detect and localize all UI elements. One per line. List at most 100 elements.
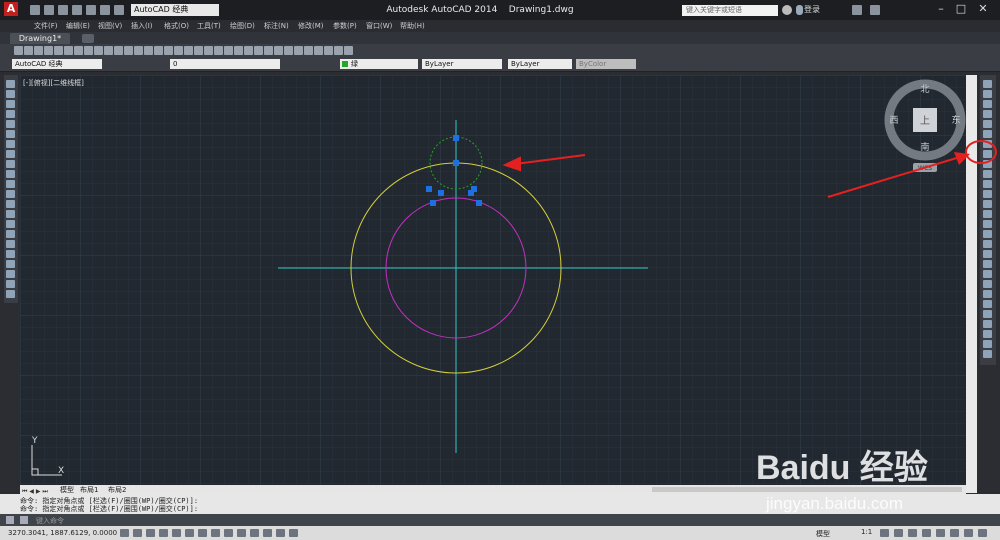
draw-tool-icon[interactable] — [6, 190, 15, 198]
toolbar-tool-icon[interactable] — [104, 46, 113, 55]
modify-tool-icon[interactable] — [983, 220, 992, 228]
viewport-label[interactable]: [-][俯视][二维线框] — [23, 78, 84, 88]
modify-tool-icon[interactable] — [983, 320, 992, 328]
status-tool-icon[interactable] — [880, 529, 889, 537]
layer-combo[interactable]: 0 — [170, 59, 280, 69]
toolbar-tool-icon[interactable] — [44, 46, 53, 55]
new-tab-button[interactable] — [82, 34, 94, 43]
modify-tool-icon[interactable] — [983, 300, 992, 308]
draw-tool-icon[interactable] — [6, 130, 15, 138]
print-icon[interactable] — [86, 5, 96, 15]
toolbar-tool-icon[interactable] — [54, 46, 63, 55]
status-tool-icon[interactable] — [922, 529, 931, 537]
toolbar-tool-icon[interactable] — [74, 46, 83, 55]
save-as-icon[interactable] — [72, 5, 82, 15]
modify-tool-icon[interactable] — [983, 100, 992, 108]
tab-drawing1[interactable]: Drawing1* — [10, 33, 70, 44]
menu-window[interactable]: 窗口(W) — [366, 21, 392, 31]
modify-tool-icon[interactable] — [983, 290, 992, 298]
toolbar-tool-icon[interactable] — [274, 46, 283, 55]
workspace-select[interactable]: AutoCAD 经典 — [131, 4, 219, 16]
modify-tool-icon[interactable] — [983, 340, 992, 348]
search-input[interactable]: 键入关键字或短语 — [682, 5, 778, 16]
color-combo[interactable]: 绿 — [340, 59, 418, 69]
undo-icon[interactable] — [100, 5, 110, 15]
draw-tool-icon[interactable] — [6, 140, 15, 148]
draw-tool-icon[interactable] — [6, 100, 15, 108]
toolbar-tool-icon[interactable] — [174, 46, 183, 55]
drafting-setting-icon[interactable] — [198, 529, 207, 537]
toolbar-tool-icon[interactable] — [234, 46, 243, 55]
draw-tool-icon[interactable] — [6, 180, 15, 188]
status-tool-icon[interactable] — [936, 529, 945, 537]
toolbar-tool-icon[interactable] — [244, 46, 253, 55]
draw-tool-icon[interactable] — [6, 250, 15, 258]
toolbar-tool-icon[interactable] — [34, 46, 43, 55]
toolbar-tool-icon[interactable] — [224, 46, 233, 55]
login-button[interactable]: 登录 — [804, 4, 820, 15]
exchange-icon[interactable] — [852, 5, 862, 15]
menu-format[interactable]: 格式(O) — [164, 21, 189, 31]
status-tool-icon[interactable] — [950, 529, 959, 537]
toolbar-tool-icon[interactable] — [14, 46, 23, 55]
toolbar-tool-icon[interactable] — [144, 46, 153, 55]
draw-tool-icon[interactable] — [6, 110, 15, 118]
toolbar-tool-icon[interactable] — [314, 46, 323, 55]
draw-tool-icon[interactable] — [6, 240, 15, 248]
status-tool-icon[interactable] — [894, 529, 903, 537]
drafting-setting-icon[interactable] — [237, 529, 246, 537]
drafting-setting-icon[interactable] — [224, 529, 233, 537]
draw-tool-icon[interactable] — [6, 230, 15, 238]
linetype-combo[interactable]: ByLayer — [422, 59, 502, 69]
menu-insert[interactable]: 插入(I) — [131, 21, 153, 31]
toolbar-tool-icon[interactable] — [134, 46, 143, 55]
toolbar-tool-icon[interactable] — [194, 46, 203, 55]
draw-tool-icon[interactable] — [6, 260, 15, 268]
toolbar-tool-icon[interactable] — [204, 46, 213, 55]
draw-tool-icon[interactable] — [6, 90, 15, 98]
app-logo[interactable]: A — [4, 2, 18, 16]
toolbar-tool-icon[interactable] — [294, 46, 303, 55]
modify-tool-icon[interactable] — [983, 80, 992, 88]
draw-tool-icon[interactable] — [6, 150, 15, 158]
model-space-button[interactable]: 模型 — [816, 529, 830, 539]
help-icon[interactable] — [870, 5, 880, 15]
modify-tool-icon[interactable] — [983, 330, 992, 338]
drafting-setting-icon[interactable] — [250, 529, 259, 537]
modify-tool-icon[interactable] — [983, 250, 992, 258]
toolbar-tool-icon[interactable] — [344, 46, 353, 55]
toolbar-tool-icon[interactable] — [334, 46, 343, 55]
drafting-setting-icon[interactable] — [120, 529, 129, 537]
drafting-setting-icon[interactable] — [185, 529, 194, 537]
lineweight-combo[interactable]: ByLayer — [508, 59, 572, 69]
modify-tool-icon[interactable] — [983, 120, 992, 128]
toolbar-tool-icon[interactable] — [214, 46, 223, 55]
draw-tool-icon[interactable] — [6, 280, 15, 288]
drafting-setting-icon[interactable] — [263, 529, 272, 537]
maximize-button[interactable]: □ — [952, 2, 970, 16]
toolbar-tool-icon[interactable] — [304, 46, 313, 55]
modify-tool-icon[interactable] — [983, 240, 992, 248]
menu-view[interactable]: 视图(V) — [98, 21, 122, 31]
save-icon[interactable] — [58, 5, 68, 15]
menu-file[interactable]: 文件(F) — [34, 21, 58, 31]
redo-icon[interactable] — [114, 5, 124, 15]
toolbar-tool-icon[interactable] — [284, 46, 293, 55]
drafting-setting-icon[interactable] — [172, 529, 181, 537]
modify-tool-icon[interactable] — [983, 110, 992, 118]
modify-tool-icon[interactable] — [983, 270, 992, 278]
drafting-setting-icon[interactable] — [276, 529, 285, 537]
search-icon[interactable] — [782, 5, 792, 15]
user-icon[interactable] — [796, 5, 803, 15]
modify-tool-icon[interactable] — [983, 210, 992, 218]
coordinates-readout[interactable]: 3270.3041, 1887.6129, 0.0000 — [8, 529, 117, 537]
drafting-setting-icon[interactable] — [211, 529, 220, 537]
draw-tool-icon[interactable] — [6, 80, 15, 88]
drafting-setting-icon[interactable] — [289, 529, 298, 537]
drafting-setting-icon[interactable] — [159, 529, 168, 537]
plotstyle-combo[interactable]: ByColor — [576, 59, 636, 69]
status-tool-icon[interactable] — [908, 529, 917, 537]
command-search-icon[interactable] — [20, 516, 28, 524]
menu-help[interactable]: 帮助(H) — [400, 21, 425, 31]
toolbar-tool-icon[interactable] — [124, 46, 133, 55]
